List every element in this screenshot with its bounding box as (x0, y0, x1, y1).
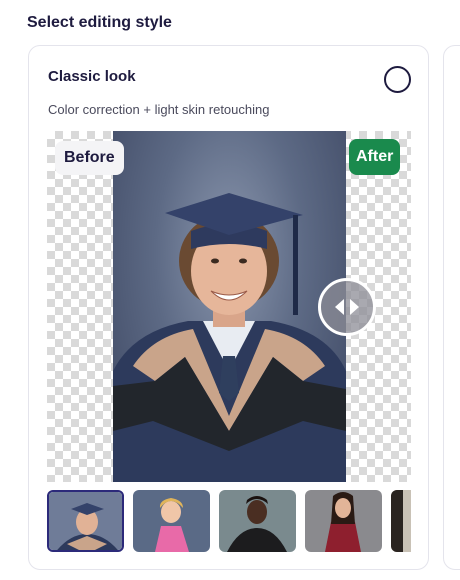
after-label: After (349, 139, 401, 175)
section-title: Select editing style (27, 14, 172, 31)
before-after-comparison[interactable]: Before After (47, 131, 411, 482)
comparison-slider-handle[interactable] (318, 278, 376, 336)
partial-thumbnail[interactable] (391, 490, 411, 552)
graduate-thumbnail[interactable] (47, 490, 124, 552)
option-radio-button[interactable] (384, 66, 411, 93)
style-option-card[interactable]: Classic look Color correction + light sk… (28, 45, 429, 570)
child-pink-dress-thumbnail[interactable] (133, 490, 210, 552)
next-option-card[interactable] (443, 45, 460, 570)
thumbnail-strip (47, 490, 411, 552)
woman-red-dress-thumbnail[interactable] (305, 490, 382, 552)
before-label: Before (55, 141, 124, 175)
portrait-photo (113, 131, 346, 482)
man-black-jacket-thumbnail[interactable] (219, 490, 296, 552)
option-description: Color correction + light skin retouching (48, 102, 270, 117)
left-right-arrows-icon (335, 299, 359, 315)
option-title: Classic look (48, 68, 136, 85)
